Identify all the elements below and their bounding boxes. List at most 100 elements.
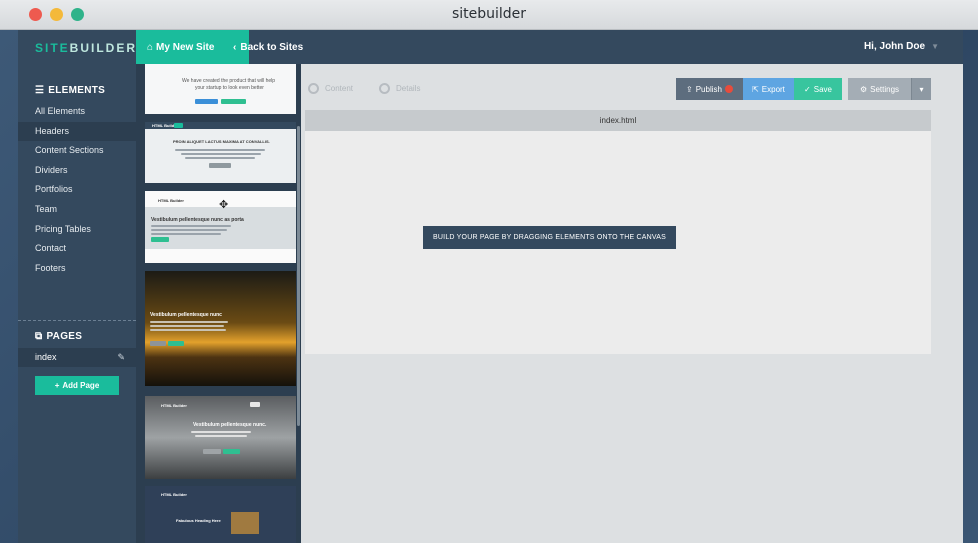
thumbnail-header-4[interactable]: Vestibulum pellentesque nunc — [145, 271, 296, 386]
window-title: sitebuilder — [451, 6, 527, 22]
save-button[interactable]: ✓ Save — [794, 78, 842, 100]
step-circle-icon — [379, 83, 391, 94]
export-button[interactable]: ⇱ Export — [743, 78, 794, 100]
settings-button[interactable]: ⚙ Settings — [848, 78, 911, 100]
home-icon: ⌂ — [147, 41, 154, 53]
thumb-1-button-1 — [195, 99, 218, 104]
thumbnail-header-1[interactable]: We have created the product that will he… — [145, 64, 296, 114]
thumb-4-line — [150, 321, 228, 323]
thumb-2-line — [175, 149, 265, 151]
logo-part-a: SITE — [35, 41, 70, 55]
thumb-3-title: Vestibulum pellentesque nunc as porta — [151, 217, 244, 223]
step-details[interactable]: Details — [396, 84, 420, 93]
thumbnail-header-6[interactable]: HTML Builder Fabulous Heading Here — [145, 486, 296, 543]
my-site-label: My New Site — [156, 41, 215, 53]
thumb-4-line — [150, 325, 224, 327]
step-circle-icon — [308, 83, 319, 94]
export-icon: ⇱ — [752, 84, 759, 94]
pages-icon: ⧉ — [35, 331, 43, 342]
thumb-1-button-2 — [221, 99, 246, 104]
thumb-5-button-1 — [203, 449, 221, 454]
sidebar-item-content-sections[interactable]: Content Sections — [18, 141, 136, 160]
sidebar-item-team[interactable]: Team — [18, 200, 136, 219]
thumb-5-nav-button — [250, 402, 260, 407]
step-content[interactable]: Content — [325, 84, 353, 93]
back-to-sites-link[interactable]: ‹ Back to Sites — [233, 30, 303, 64]
edit-icon[interactable]: ✎ — [117, 348, 125, 367]
element-thumbnails-panel: We have created the product that will he… — [136, 64, 301, 543]
elements-heading-label: ELEMENTS — [48, 85, 106, 96]
thumb-6-image — [231, 512, 259, 534]
sidebar-item-portfolios[interactable]: Portfolios — [18, 180, 136, 199]
thumb-1-text-1: We have created the product that will he… — [182, 78, 276, 84]
steps-indicator: Content Details — [308, 83, 420, 94]
thumb-4-line — [150, 329, 226, 331]
page-canvas[interactable]: BUILD YOUR PAGE BY DRAGGING ELEMENTS ONT… — [305, 131, 931, 354]
thumb-2-button — [209, 163, 231, 168]
back-to-sites-label: Back to Sites — [240, 41, 304, 53]
canvas-page-tab: index.html — [305, 110, 931, 131]
thumbnail-header-5[interactable]: HTML Builder Vestibulum pellentesque nun… — [145, 396, 296, 479]
add-page-label: Add Page — [62, 381, 100, 390]
move-cursor-icon: ✥ — [219, 199, 229, 211]
thumb-5-brand: HTML Builder — [161, 403, 187, 408]
sidebar: ☰ ELEMENTS All Elements Headers Content … — [18, 64, 136, 543]
thumb-2-heading: PROIN ALIQUET LACTUS MAXIMA AT CONVALLIS… — [173, 139, 270, 144]
page-name: index — [35, 352, 57, 362]
thumb-3-button — [151, 237, 169, 242]
thumb-3-line — [151, 229, 227, 231]
export-label: Export — [761, 84, 785, 94]
thumb-2-nav-active — [174, 123, 183, 128]
sidebar-item-all-elements[interactable]: All Elements — [18, 102, 136, 121]
thumb-4-title: Vestibulum pellentesque nunc — [150, 312, 222, 318]
thumb-5-line — [195, 435, 247, 437]
pages-heading-label: PAGES — [46, 331, 83, 342]
window-titlebar: sitebuilder — [0, 0, 978, 30]
sidebar-item-dividers[interactable]: Dividers — [18, 161, 136, 180]
publish-label: Publish — [695, 84, 722, 94]
thumbnails-scrollbar[interactable] — [297, 126, 300, 426]
check-icon: ✓ — [804, 84, 811, 94]
sidebar-item-headers[interactable]: Headers — [18, 122, 136, 141]
sidebar-divider — [18, 320, 136, 321]
sidebar-item-footers[interactable]: Footers — [18, 259, 136, 278]
thumb-2-line — [185, 157, 255, 159]
chevron-down-icon: ▾ — [919, 84, 924, 94]
thumb-5-button-2 — [223, 449, 240, 454]
chevron-down-icon: ▼ — [931, 42, 939, 51]
menu-icon: ☰ — [35, 85, 45, 96]
elements-heading: ☰ ELEMENTS — [35, 85, 105, 96]
thumb-3-line — [151, 233, 221, 235]
publish-button[interactable]: ⇪ Publish — [676, 78, 743, 100]
logo-part-b: BUILDER — [69, 41, 138, 55]
thumb-3-line — [151, 225, 231, 227]
thumb-4-button-1 — [150, 341, 166, 346]
thumb-3-hero — [145, 207, 296, 249]
top-nav: SITEBUILDER ⌂ My New Site ‹ Back to Site… — [18, 30, 963, 64]
thumb-3-brand: HTML Builder — [158, 198, 184, 203]
status-dot — [724, 85, 733, 93]
thumb-6-brand: HTML Builder — [161, 492, 187, 497]
thumb-1-text-2: your startup to look even better — [195, 85, 264, 91]
logo[interactable]: SITEBUILDER — [35, 41, 137, 55]
save-label: Save — [813, 84, 832, 94]
upload-icon: ⇪ — [686, 84, 693, 94]
user-greeting: Hi, John Doe — [863, 41, 926, 52]
chevron-left-icon: ‹ — [233, 41, 237, 53]
gear-icon: ⚙ — [859, 84, 868, 94]
settings-dropdown-button[interactable]: ▾ — [911, 78, 931, 100]
sidebar-page-index[interactable]: index ✎ — [18, 348, 136, 367]
thumbnail-header-2[interactable]: HTML Builder PROIN ALIQUET LACTUS MAXIMA… — [145, 122, 296, 183]
action-toolbar: ⇪ Publish ⇱ Export ✓ Save — [676, 78, 842, 100]
settings-label: Settings — [870, 84, 900, 94]
add-page-button[interactable]: + Add Page — [35, 376, 119, 395]
sidebar-item-pricing-tables[interactable]: Pricing Tables — [18, 220, 136, 239]
thumb-5-line — [191, 431, 251, 433]
settings-toolbar: ⚙ Settings ▾ — [848, 78, 931, 100]
pages-heading: ⧉ PAGES — [35, 331, 82, 342]
thumb-4-button-2 — [168, 341, 184, 346]
thumb-2-line — [181, 153, 261, 155]
user-menu[interactable]: Hi, John Doe ▼ — [864, 41, 939, 52]
sidebar-item-contact[interactable]: Contact — [18, 239, 136, 258]
canvas-hint: BUILD YOUR PAGE BY DRAGGING ELEMENTS ONT… — [423, 226, 676, 249]
